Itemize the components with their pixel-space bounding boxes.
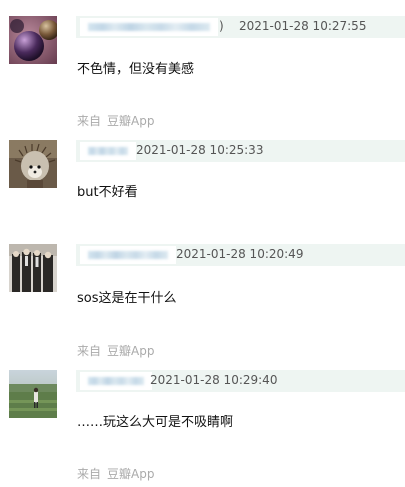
avatar[interactable] xyxy=(9,244,57,292)
redacted-username[interactable] xyxy=(80,246,176,264)
avatar-image xyxy=(9,370,57,418)
comment-header: 2021-01-28 10:29:40 xyxy=(76,370,405,392)
comment-header: 2021-01-28 10:20:49 xyxy=(76,244,405,266)
source-prefix: 来自 xyxy=(77,114,102,128)
comment-text: 不色情，但没有美感 xyxy=(77,62,195,77)
avatar[interactable] xyxy=(9,370,57,418)
avatar[interactable] xyxy=(9,16,57,64)
redacted-username[interactable] xyxy=(80,372,152,390)
comment-source[interactable]: 来自 豆瓣App xyxy=(77,112,154,129)
avatar-image xyxy=(9,244,57,292)
avatar-image xyxy=(9,16,57,64)
comment-header: 2021-01-28 10:25:33 xyxy=(76,140,405,162)
comment-timestamp: 2021-01-28 10:20:49 xyxy=(176,247,304,261)
source-app-link[interactable]: 豆瓣App xyxy=(107,344,154,358)
source-app-link[interactable]: 豆瓣App xyxy=(107,114,154,128)
comment-timestamp: 2021-01-28 10:27:55 xyxy=(239,19,367,33)
avatar-image xyxy=(9,140,57,188)
comment-header: ) 2021-01-28 10:27:55 xyxy=(76,16,405,38)
redacted-username[interactable] xyxy=(80,142,136,160)
redacted-username[interactable] xyxy=(80,18,218,36)
source-prefix: 来自 xyxy=(77,344,102,358)
comment-timestamp: 2021-01-28 10:29:40 xyxy=(150,373,278,387)
comment-text: but不好看 xyxy=(77,185,138,200)
comment-source[interactable]: 来自 豆瓣App xyxy=(77,465,154,482)
avatar[interactable] xyxy=(9,140,57,188)
comment-text: sos这是在干什么 xyxy=(77,291,177,306)
source-app-link[interactable]: 豆瓣App xyxy=(107,467,154,481)
comment-text: ……玩这么大可是不吸睛啊 xyxy=(77,415,234,430)
comment-source[interactable]: 来自 豆瓣App xyxy=(77,342,154,359)
name-fragment: ) xyxy=(219,19,224,33)
source-prefix: 来自 xyxy=(77,467,102,481)
comment-timestamp: 2021-01-28 10:25:33 xyxy=(136,143,264,157)
